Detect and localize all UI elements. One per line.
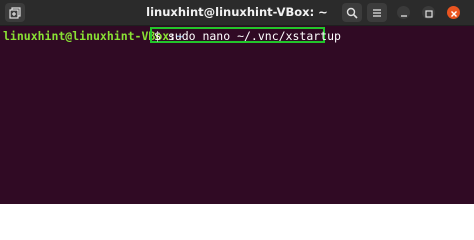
terminal-output-area[interactable]: linuxhint@linuxhint-VBox:~ $ sudo nano ~… — [0, 26, 474, 204]
search-button[interactable] — [342, 3, 362, 22]
search-icon — [346, 7, 358, 19]
close-icon — [450, 3, 458, 22]
menu-button[interactable] — [367, 3, 387, 22]
maximize-icon — [424, 3, 433, 22]
close-button[interactable] — [447, 6, 460, 19]
new-tab-button[interactable] — [5, 3, 25, 22]
prompt-user-host: linuxhint@linuxhint-VBox — [3, 29, 170, 43]
maximize-button[interactable] — [422, 6, 435, 19]
title-bar[interactable]: linuxhint@linuxhint-VBox: ~ — [0, 0, 474, 26]
minimize-icon — [400, 3, 408, 22]
hamburger-menu-icon — [371, 7, 383, 19]
terminal-window: linuxhint@linuxhint-VBox: ~ linuxhint@li… — [0, 0, 474, 204]
new-tab-icon — [9, 6, 21, 19]
command-text: $ sudo nano ~/.vnc/xstartup — [154, 29, 341, 43]
minimize-button[interactable] — [397, 6, 410, 19]
